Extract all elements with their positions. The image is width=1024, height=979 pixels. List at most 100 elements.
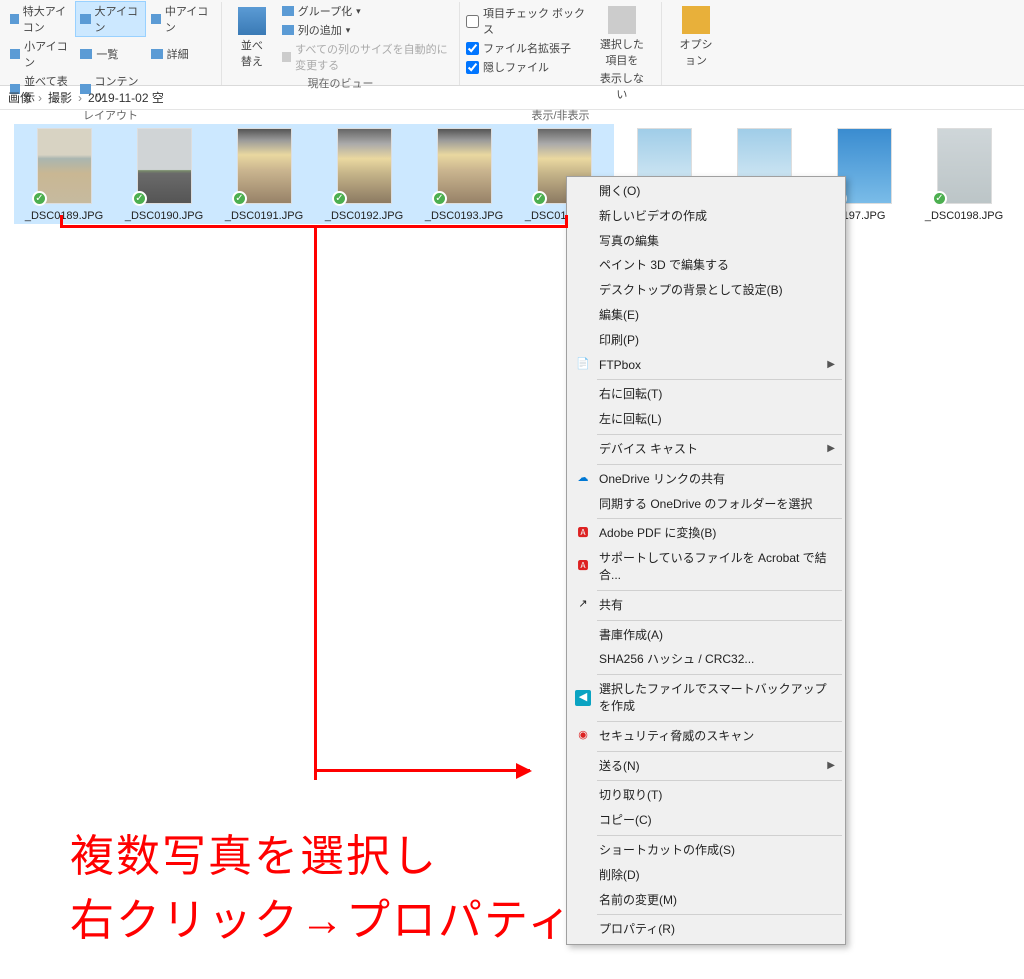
sort-button[interactable]: 並べ替え (228, 2, 276, 74)
hide-selected-button[interactable]: 選択した項目を 表示しない (589, 2, 655, 106)
menu-acrobat-combine[interactable]: 🅰サポートしているファイルを Acrobat で結合... (569, 546, 843, 588)
submenu-arrow-icon: ▶ (827, 759, 835, 773)
view-small-icons[interactable]: 小アイコン (6, 37, 74, 71)
menu-edit[interactable]: 編集(E) (569, 303, 843, 328)
menu-security-scan[interactable]: ◉セキュリティ脅威のスキャン (569, 724, 843, 749)
onedrive-icon: ☁ (575, 471, 591, 487)
annotation-line1: 複数写真を選択し (70, 825, 573, 889)
label: 項目チェック ボックス (483, 5, 587, 37)
menu-create-shortcut[interactable]: ショートカットの作成(S) (569, 838, 843, 863)
auto-size-button[interactable]: すべての列のサイズを自動的に変更する (278, 40, 453, 74)
menu-edit-photo[interactable]: 写真の編集 (569, 229, 843, 254)
menu-delete[interactable]: 削除(D) (569, 863, 843, 888)
sync-badge-icon: ✓ (932, 191, 947, 206)
checkbox[interactable] (466, 61, 479, 74)
hide-icon (608, 6, 636, 34)
file-list[interactable]: ✓_DSC0189.JPG✓_DSC0190.JPG✓_DSC0191.JPG✓… (0, 110, 1024, 224)
ribbon-group-layout: 特大アイコン 大アイコン 中アイコン 小アイコン 一覧 詳細 並べて表示 コンテ… (0, 2, 222, 85)
menu-onedrive-folder[interactable]: 同期する OneDrive のフォルダーを選択 (569, 492, 843, 517)
icon-m (151, 14, 161, 24)
menu-archive[interactable]: 書庫作成(A) (569, 623, 843, 648)
file-item[interactable]: ✓ _DSC0198.JPG (914, 124, 1014, 224)
autosize-icon (282, 52, 291, 62)
menu-paint3d[interactable]: ペイント 3D で編集する (569, 253, 843, 278)
checkbox-item-checkboxes[interactable]: 項目チェック ボックス (466, 4, 587, 38)
menu-open[interactable]: 開く(O) (569, 179, 843, 204)
options-button[interactable]: オプション (668, 2, 724, 72)
menu-send-to[interactable]: 送る(N) ▶ (569, 754, 843, 779)
label: OneDrive リンクの共有 (599, 471, 725, 488)
ftpbox-icon: 📄 (575, 357, 591, 373)
group-icon (282, 6, 294, 16)
label: ファイル名拡張子 (483, 40, 571, 56)
share-icon: ↗ (575, 597, 591, 613)
view-list[interactable]: 一覧 (76, 37, 144, 71)
menu-separator (597, 434, 842, 435)
file-item[interactable]: ✓_DSC0192.JPG (314, 124, 414, 224)
filename: _DSC0190.JPG (116, 210, 212, 222)
label: 右に回転(T) (599, 386, 662, 403)
label: オプション (676, 36, 716, 68)
menu-properties[interactable]: プロパティ(R) (569, 917, 843, 942)
sync-badge-icon: ✓ (432, 191, 447, 206)
annotation-text: 複数写真を選択し 右クリック→プロパティ (70, 825, 573, 953)
filename: _DSC0192.JPG (316, 210, 412, 222)
menu-separator (597, 674, 842, 675)
breadcrumb-separator: › (78, 91, 82, 105)
menu-share[interactable]: ↗共有 (569, 593, 843, 618)
menu-rotate-left[interactable]: 左に回転(L) (569, 407, 843, 432)
label: セキュリティ脅威のスキャン (599, 728, 754, 745)
group-by-button[interactable]: グループ化 ▾ (278, 2, 453, 20)
checkbox-file-extensions[interactable]: ファイル名拡張子 (466, 39, 587, 57)
menu-smart-backup[interactable]: ◀選択したファイルでスマートバックアップを作成 (569, 677, 843, 719)
icon-s (10, 49, 20, 59)
view-details[interactable]: 詳細 (147, 37, 215, 71)
filename: _DSC0191.JPG (216, 210, 312, 222)
menu-rename[interactable]: 名前の変更(M) (569, 888, 843, 913)
label: デバイス キャスト (599, 441, 698, 458)
label: 並べ替え (236, 37, 268, 69)
label: 送る(N) (599, 758, 640, 775)
label: すべての列のサイズを自動的に変更する (295, 41, 449, 73)
breadcrumb-part[interactable]: 2019-11-02 空 (88, 89, 164, 106)
label: デスクトップの背景として設定(B) (599, 282, 783, 299)
menu-adobe-pdf[interactable]: 🅰Adobe PDF に変換(B) (569, 521, 843, 546)
breadcrumb-part[interactable]: 画像 (8, 89, 32, 106)
label: 中アイコン (165, 3, 211, 35)
checkbox-hidden-files[interactable]: 隠しファイル (466, 58, 587, 76)
ribbon-group-options: オプション (662, 2, 722, 85)
menu-sha256[interactable]: SHA256 ハッシュ / CRC32... (569, 647, 843, 672)
sync-badge-icon: ✓ (32, 191, 47, 206)
view-extra-large-icons[interactable]: 特大アイコン (6, 2, 74, 36)
menu-rotate-right[interactable]: 右に回転(T) (569, 382, 843, 407)
menu-new-video[interactable]: 新しいビデオの作成 (569, 204, 843, 229)
view-medium-icons[interactable]: 中アイコン (147, 2, 215, 36)
menu-ftpbox[interactable]: 📄FTPbox▶ (569, 353, 843, 378)
sync-badge-icon: ✓ (132, 191, 147, 206)
label: 特大アイコン (23, 3, 71, 35)
menu-wallpaper[interactable]: デスクトップの背景として設定(B) (569, 278, 843, 303)
menu-cut[interactable]: 切り取り(T) (569, 783, 843, 808)
checkbox[interactable] (466, 15, 479, 28)
label: プロパティ(R) (599, 921, 675, 938)
checkbox[interactable] (466, 42, 479, 55)
thumbnail-wrap: ✓ (216, 128, 312, 204)
menu-onedrive-share[interactable]: ☁ OneDrive リンクの共有 (569, 467, 843, 492)
context-menu: 開く(O) 新しいビデオの作成 写真の編集 ペイント 3D で編集する デスクト… (566, 176, 846, 945)
file-item[interactable]: ✓_DSC0193.JPG (414, 124, 514, 224)
menu-cast[interactable]: デバイス キャスト ▶ (569, 437, 843, 462)
file-item[interactable]: ✓_DSC0189.JPG (14, 124, 114, 224)
label: 新しいビデオの作成 (599, 208, 707, 225)
submenu-arrow-icon: ▶ (827, 442, 835, 456)
filename: _DSC0198.JPG (916, 210, 1012, 222)
file-item[interactable]: ✓ _DSC0191.JPG (214, 124, 314, 224)
menu-separator (597, 914, 842, 915)
breadcrumb-part[interactable]: 撮影 (48, 89, 72, 106)
add-column-button[interactable]: 列の追加 ▾ (278, 21, 453, 39)
menu-print[interactable]: 印刷(P) (569, 328, 843, 353)
menu-copy[interactable]: コピー(C) (569, 808, 843, 833)
file-item[interactable]: ✓ _DSC0190.JPG (114, 124, 214, 224)
label: 削除(D) (599, 867, 640, 884)
label: FTPbox (599, 357, 641, 374)
view-large-icons[interactable]: 大アイコン (76, 2, 144, 36)
